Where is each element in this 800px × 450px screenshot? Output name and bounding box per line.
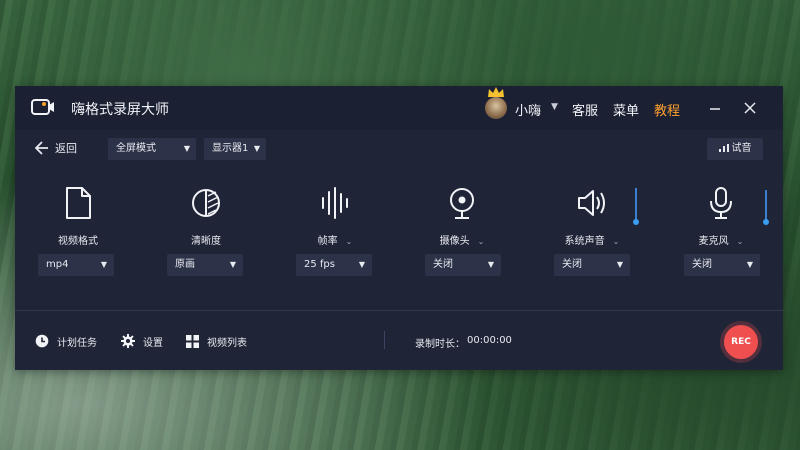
chevron-down-icon: ⌄ xyxy=(477,237,485,246)
vertical-divider xyxy=(384,331,385,349)
clock-icon xyxy=(35,334,49,348)
settings-label: 设置 xyxy=(143,337,163,349)
recorder-window: 嗨格式录屏大师 小嗨 ▼ 客服 菜单 教程 返回 全屏模式 ▼ 显示器1 ▼ 试… xyxy=(15,86,783,370)
frame-rate-dropdown[interactable]: 25 fps ▼ xyxy=(296,254,372,276)
rec-button[interactable]: REC xyxy=(724,325,758,359)
mode-dropdown[interactable]: 全屏模式 ▼ xyxy=(108,138,196,160)
webcam-dropdown[interactable]: 关闭 ▼ xyxy=(425,254,501,276)
frame-rate-value: 25 fps xyxy=(304,259,335,270)
chevron-down-icon: ▼ xyxy=(746,260,753,269)
record-duration-value: 00:00:00 xyxy=(467,335,512,346)
mode-value: 全屏模式 xyxy=(116,143,156,154)
chevron-down-icon: ▼ xyxy=(183,144,190,153)
clarity-dropdown[interactable]: 原画 ▼ xyxy=(167,254,243,276)
file-icon xyxy=(66,187,91,219)
video-format-dropdown[interactable]: mp4 ▼ xyxy=(38,254,114,276)
toolbar: 返回 全屏模式 ▼ 显示器1 ▼ 试音 xyxy=(15,130,783,166)
back-label: 返回 xyxy=(55,142,77,155)
grid-icon xyxy=(186,334,199,348)
microphone-icon xyxy=(710,187,732,219)
microphone-label[interactable]: 麦克风 ⌄ xyxy=(676,232,766,247)
microphone-dropdown[interactable]: 关闭 ▼ xyxy=(684,254,760,276)
gear-icon xyxy=(121,334,135,348)
chevron-down-icon: ▼ xyxy=(487,260,494,269)
chevron-down-icon: ⌄ xyxy=(345,237,353,246)
minimize-icon[interactable] xyxy=(705,98,725,118)
close-icon[interactable] xyxy=(740,98,760,118)
waveform-icon xyxy=(322,187,348,219)
tutorial-link[interactable]: 教程 xyxy=(654,100,680,119)
settings-button[interactable]: 设置 xyxy=(121,333,163,349)
display-value: 显示器1 xyxy=(212,143,249,154)
title-bar[interactable]: 嗨格式录屏大师 小嗨 ▼ 客服 菜单 教程 xyxy=(15,86,783,130)
clarity-value: 原画 xyxy=(175,259,195,270)
chevron-down-icon: ▼ xyxy=(229,260,236,269)
chevron-down-icon: ⌄ xyxy=(736,237,744,246)
chevron-down-icon: ▼ xyxy=(616,260,623,269)
back-button[interactable]: 返回 xyxy=(35,140,77,156)
microphone-value: 关闭 xyxy=(692,259,712,270)
microphone-volume-knob[interactable] xyxy=(763,219,769,225)
chevron-down-icon: ▼ xyxy=(100,260,107,269)
chevron-down-icon: ⌄ xyxy=(612,237,620,246)
webcam-label[interactable]: 摄像头 ⌄ xyxy=(417,232,507,247)
back-arrow-icon xyxy=(35,141,48,155)
frame-rate-label[interactable]: 帧率 ⌄ xyxy=(290,232,380,247)
system-volume-slider[interactable] xyxy=(635,188,637,222)
speaker-icon xyxy=(578,190,605,216)
system-sound-label[interactable]: 系统声音 ⌄ xyxy=(547,232,637,247)
audio-level-icon xyxy=(718,144,729,152)
record-duration-label: 录制时长： xyxy=(415,339,465,350)
video-format-value: mp4 xyxy=(46,259,69,270)
divider xyxy=(15,310,783,311)
schedule-task-label: 计划任务 xyxy=(57,337,97,349)
system-volume-knob[interactable] xyxy=(633,219,639,225)
webcam-value: 关闭 xyxy=(433,259,453,270)
video-list-label: 视频列表 xyxy=(207,337,247,349)
video-list-button[interactable]: 视频列表 xyxy=(186,333,247,349)
avatar[interactable] xyxy=(485,97,507,119)
webcam-icon xyxy=(450,188,474,219)
clarity-label: 清晰度 xyxy=(191,236,221,247)
display-dropdown[interactable]: 显示器1 ▼ xyxy=(204,138,266,160)
menu-link[interactable]: 菜单 xyxy=(613,100,639,119)
system-sound-value: 关闭 xyxy=(562,259,582,270)
user-menu-caret-icon[interactable]: ▼ xyxy=(551,102,558,112)
microphone-volume-slider[interactable] xyxy=(765,190,767,222)
chevron-down-icon: ▼ xyxy=(253,144,260,153)
chevron-down-icon: ▼ xyxy=(358,260,365,269)
username[interactable]: 小嗨 xyxy=(515,100,541,119)
test-audio-label: 试音 xyxy=(731,143,752,154)
video-format-label: 视频格式 xyxy=(58,236,98,247)
schedule-task-button[interactable]: 计划任务 xyxy=(35,333,97,349)
camera-logo-icon xyxy=(31,99,54,115)
clarity-icon xyxy=(192,189,220,217)
test-audio-button[interactable]: 试音 xyxy=(707,138,763,160)
app-title: 嗨格式录屏大师 xyxy=(71,102,169,118)
customer-service-link[interactable]: 客服 xyxy=(572,100,598,119)
system-sound-dropdown[interactable]: 关闭 ▼ xyxy=(554,254,630,276)
